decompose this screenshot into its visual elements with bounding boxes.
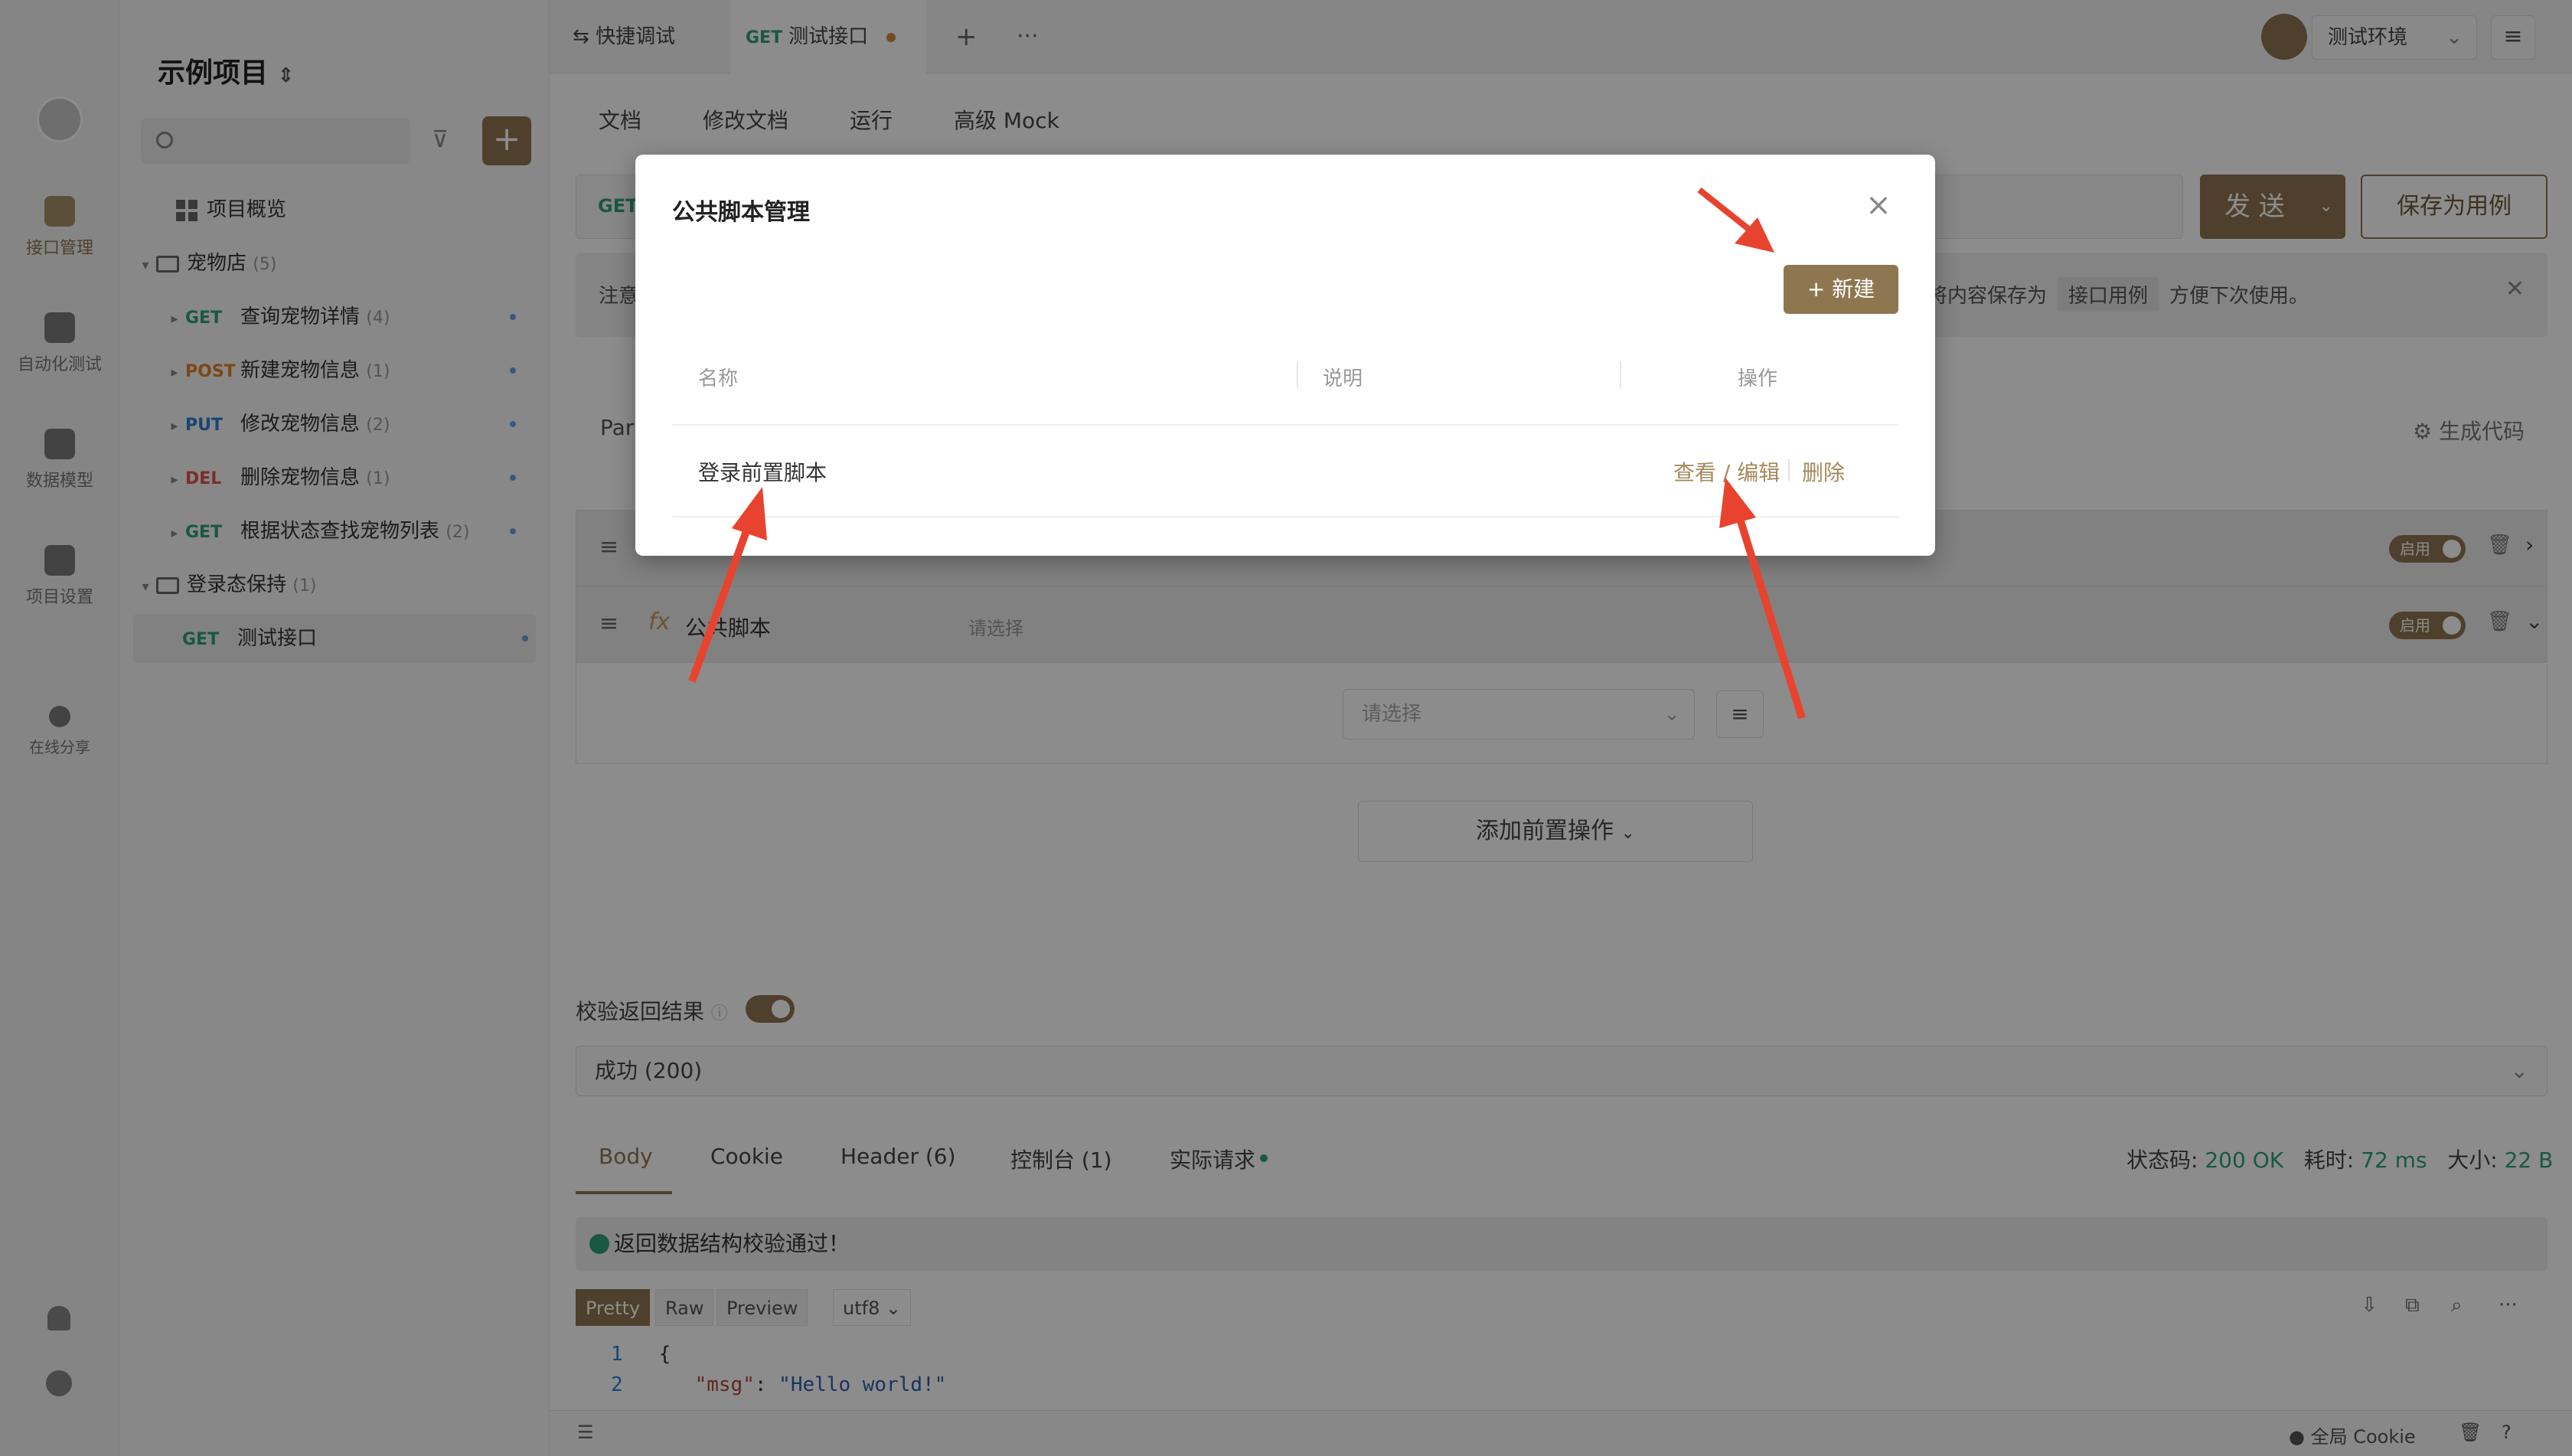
view-edit-link[interactable]: 查看 / 编辑	[1673, 456, 1780, 487]
delete-link[interactable]: 删除	[1802, 456, 1845, 487]
new-script-button[interactable]: + 新建	[1784, 265, 1898, 314]
public-script-modal: 公共脚本管理 × + 新建 名称 说明 操作 登录前置脚本 查看 / 编辑 删除	[635, 155, 1935, 556]
column-divider	[1620, 361, 1621, 389]
column-header-desc: 说明	[1323, 367, 1363, 390]
script-name: 登录前置脚本	[698, 460, 827, 485]
action-separator	[1788, 459, 1790, 481]
row-divider	[672, 516, 1898, 517]
column-header-actions: 操作	[1738, 367, 1778, 390]
close-icon[interactable]: ×	[1863, 190, 1894, 220]
modal-title: 公共脚本管理	[672, 199, 810, 226]
column-divider	[1297, 361, 1298, 389]
column-header-name: 名称	[698, 367, 739, 390]
header-divider	[672, 424, 1898, 426]
